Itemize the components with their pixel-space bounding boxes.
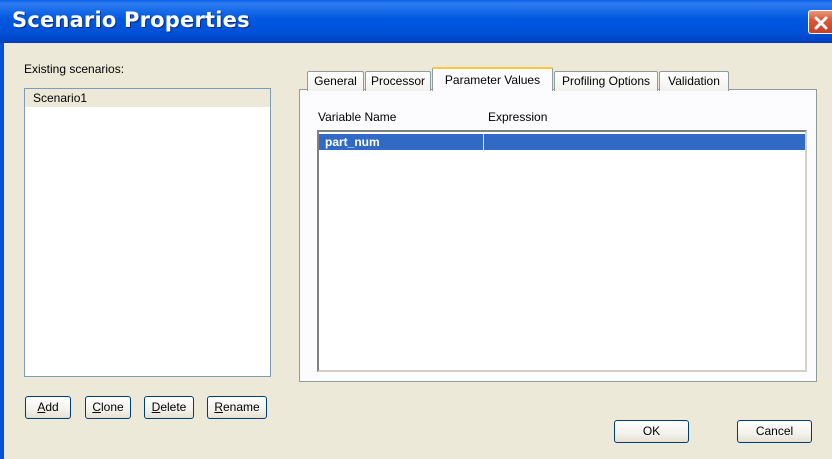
tab-general[interactable]: General <box>307 71 364 91</box>
list-item[interactable]: Scenario1 <box>25 89 270 107</box>
close-button[interactable] <box>808 10 832 34</box>
title-bar[interactable]: Scenario Properties <box>0 0 832 43</box>
tab-profiling-options[interactable]: Profiling Options <box>554 71 658 91</box>
scenarios-list[interactable]: Scenario1 <box>24 88 271 377</box>
table-row[interactable]: part_num <box>319 134 805 150</box>
ok-button[interactable]: OK <box>614 420 689 443</box>
column-header-variable-name[interactable]: Variable Name <box>318 110 396 124</box>
add-button[interactable]: Add <box>25 396 71 419</box>
tab-processor[interactable]: Processor <box>365 71 431 91</box>
dialog-window: Scenario Properties Existing scenarios: … <box>0 0 832 459</box>
rename-button[interactable]: Rename <box>207 396 267 419</box>
parameter-grid[interactable]: part_num <box>317 130 807 372</box>
existing-scenarios-label: Existing scenarios: <box>24 62 125 76</box>
tab-parameter-values[interactable]: Parameter Values <box>432 67 553 91</box>
cancel-button[interactable]: Cancel <box>737 420 812 443</box>
clone-button[interactable]: Clone <box>85 396 131 419</box>
tab-validation[interactable]: Validation <box>659 71 729 91</box>
column-divider <box>483 134 484 150</box>
variable-name-cell[interactable]: part_num <box>325 134 380 150</box>
column-header-expression[interactable]: Expression <box>488 110 547 124</box>
window-frame-left <box>0 43 4 459</box>
window-title: Scenario Properties <box>12 8 250 32</box>
delete-button[interactable]: Delete <box>144 396 194 419</box>
